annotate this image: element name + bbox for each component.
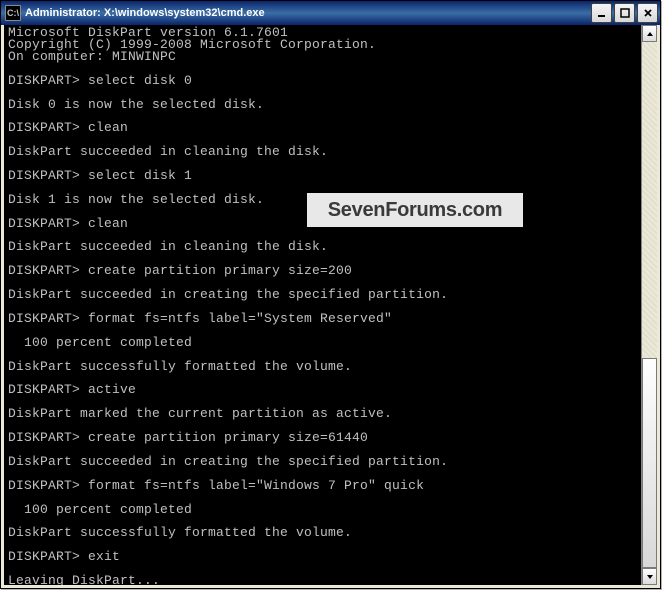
terminal-line: DiskPart succeeded in cleaning the disk. [8, 241, 653, 253]
maximize-button[interactable] [614, 3, 635, 23]
chevron-down-icon [646, 574, 654, 580]
terminal-line: DiskPart marked the current partition as… [8, 408, 653, 420]
window-controls [589, 3, 658, 23]
titlebar[interactable]: C:\ Administrator: X:\windows\system32\c… [1, 1, 660, 25]
scroll-track[interactable] [642, 42, 657, 568]
minimize-button[interactable] [591, 3, 612, 23]
cmd-icon: C:\ [5, 5, 21, 21]
terminal-line: DiskPart succeeded in creating the speci… [8, 456, 653, 468]
close-icon [643, 8, 653, 18]
terminal-output[interactable]: Microsoft DiskPart version 6.1.7601Copyr… [4, 25, 657, 585]
scroll-up-button[interactable] [642, 25, 657, 42]
scroll-down-button[interactable] [642, 568, 657, 585]
terminal-line: DISKPART> format fs=ntfs label="System R… [8, 313, 653, 325]
terminal-line: DISKPART> format fs=ntfs label="Windows … [8, 480, 653, 492]
terminal-line: DISKPART> select disk 0 [8, 75, 653, 87]
terminal-line: 100 percent completed [8, 504, 653, 516]
chevron-up-icon [646, 31, 654, 37]
terminal-line: DISKPART> create partition primary size=… [8, 432, 653, 444]
terminal-line: Disk 0 is now the selected disk. [8, 99, 653, 111]
terminal-line: DiskPart successfully formatted the volu… [8, 361, 653, 373]
scrollbar [641, 25, 657, 585]
terminal-line: DiskPart succeeded in creating the speci… [8, 289, 653, 301]
cmd-window: C:\ Administrator: X:\windows\system32\c… [0, 0, 661, 589]
terminal-line: Leaving DiskPart... [8, 575, 653, 585]
minimize-icon [597, 8, 607, 18]
close-button[interactable] [637, 3, 658, 23]
terminal-line: DISKPART> active [8, 384, 653, 396]
terminal-line: On computer: MINWINPC [8, 51, 653, 63]
maximize-icon [620, 8, 630, 18]
terminal-line: DISKPART> select disk 1 [8, 170, 653, 182]
terminal-line: DiskPart succeeded in cleaning the disk. [8, 146, 653, 158]
watermark: SevenForums.com [307, 193, 523, 227]
window-title: Administrator: X:\windows\system32\cmd.e… [25, 7, 589, 19]
scroll-thumb[interactable] [642, 358, 657, 568]
terminal-line: DISKPART> clean [8, 122, 653, 134]
terminal-line: DiskPart successfully formatted the volu… [8, 527, 653, 539]
terminal-line: DISKPART> exit [8, 551, 653, 563]
terminal-line: 100 percent completed [8, 337, 653, 349]
terminal-line: DISKPART> create partition primary size=… [8, 265, 653, 277]
